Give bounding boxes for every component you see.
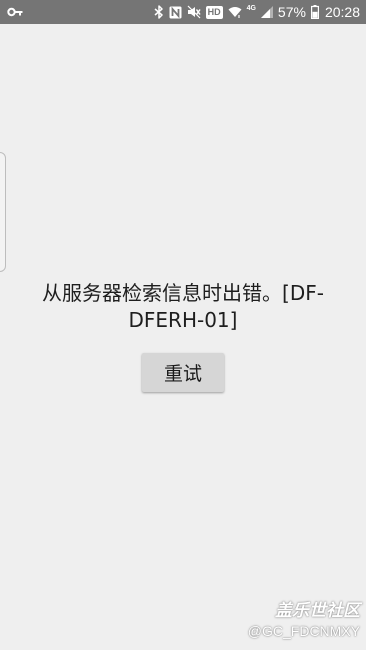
watermark-title: 盖乐世社区 [275,601,360,621]
wifi-icon [228,6,242,18]
network-4g-icon: 4G [246,4,256,12]
side-drawer-handle[interactable] [0,152,6,272]
watermark: 盖乐世社区 @GC_FDCNMXY [248,600,360,640]
battery-percent: 57% [277,4,306,20]
error-message: 从服务器检索信息时出错。[DF-DFERH-01] [42,281,324,332]
watermark-user: @GC_FDCNMXY [247,623,360,639]
battery-icon [310,5,319,19]
bluetooth-icon [154,5,164,19]
status-icons: HD 4G 57% 20:28 [154,0,360,24]
signal-icon [260,6,273,18]
hd-badge: HD [205,5,223,19]
key-icon [7,4,23,20]
status-bar: HD 4G 57% 20:28 [0,0,366,24]
retry-button[interactable]: 重试 [142,353,224,392]
nfc-icon [169,6,182,19]
clock: 20:28 [324,4,360,20]
mute-icon [187,5,201,19]
